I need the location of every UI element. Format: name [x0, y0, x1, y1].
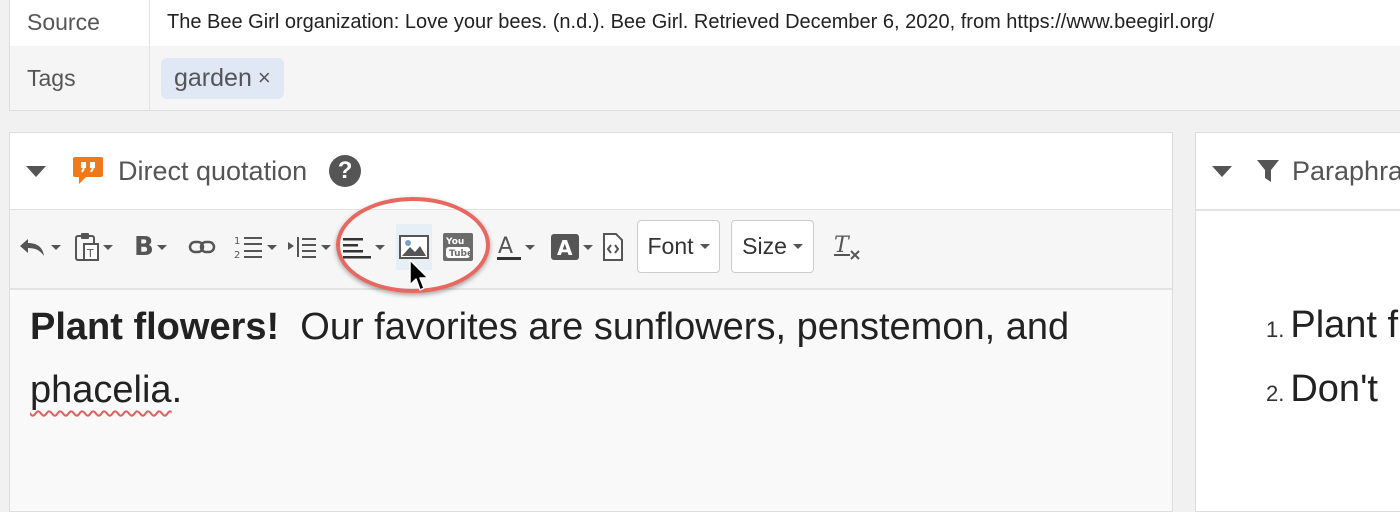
svg-text:T: T: [86, 247, 94, 260]
text-color-button[interactable]: A: [496, 230, 535, 264]
youtube-icon: You Tube: [443, 233, 473, 261]
size-label: Size: [742, 233, 787, 259]
numbered-list-icon: 12: [234, 236, 262, 260]
font-label: Font: [647, 233, 694, 259]
bold-icon: B: [134, 232, 154, 262]
insert-image-button[interactable]: [396, 224, 432, 270]
tag-remove-icon[interactable]: ×: [258, 65, 271, 91]
direct-quotation-panel: Direct quotation ? T B 12 You Tube A A F…: [9, 132, 1173, 512]
paraphrase-panel: Paraphra 1. Plant f 2. Don't: [1195, 132, 1400, 512]
misspelled-word: phacelia: [30, 369, 172, 411]
source-code-icon: [603, 233, 623, 261]
svg-text:You: You: [445, 237, 464, 247]
quote-icon: [73, 157, 103, 184]
collapse-caret-icon[interactable]: [26, 165, 46, 177]
indent-icon: [288, 237, 316, 258]
collapse-caret-icon[interactable]: [1212, 165, 1232, 177]
list-text: Plant f: [1290, 304, 1399, 346]
panel-header: Direct quotation ?: [10, 133, 1172, 211]
background-color-icon: A: [551, 234, 579, 260]
bold-text: Plant flowers!: [30, 306, 280, 348]
paraphrase-list[interactable]: 1. Plant f 2. Don't: [1196, 288, 1400, 511]
align-button[interactable]: [342, 230, 385, 264]
link-button[interactable]: [188, 230, 216, 264]
paste-icon: T: [75, 233, 99, 261]
editor-text-end: .: [171, 369, 183, 411]
svg-text:Tube: Tube: [449, 249, 473, 259]
font-dropdown[interactable]: Font: [637, 220, 720, 273]
undo-icon: [20, 239, 44, 256]
background-color-button[interactable]: A: [550, 230, 593, 264]
tags-row: Tags garden ×: [10, 46, 1400, 110]
source-value[interactable]: The Bee Girl organization: Love your bee…: [150, 11, 1214, 34]
clear-format-icon: T: [834, 233, 860, 260]
numbered-list-button[interactable]: 12: [234, 230, 277, 264]
editor-text: Our favorites are sunflowers, penstemon,…: [279, 306, 1070, 348]
panel-title: Direct quotation: [118, 155, 308, 186]
list-item: 2. Don't: [1266, 368, 1378, 411]
text-color-icon: A: [497, 234, 521, 260]
panel-header-right: Paraphra: [1196, 133, 1400, 211]
list-number: 2.: [1266, 381, 1285, 406]
indent-button[interactable]: [288, 230, 331, 264]
list-number: 1.: [1266, 317, 1285, 342]
quotation-editor[interactable]: Plant flowers! Our favorites are sunflow…: [10, 290, 1172, 511]
insert-youtube-button[interactable]: You Tube: [442, 230, 474, 264]
paste-button[interactable]: T: [74, 230, 113, 264]
filter-icon: [1257, 160, 1279, 182]
source-code-button[interactable]: [602, 230, 624, 264]
link-icon: [188, 240, 216, 254]
tag-label: garden: [174, 63, 252, 92]
tags-label: Tags: [10, 46, 150, 110]
source-row: Source The Bee Girl organization: Love y…: [10, 0, 1400, 46]
help-icon[interactable]: ?: [329, 155, 362, 187]
image-icon: [399, 235, 429, 259]
svg-text:A: A: [557, 236, 573, 260]
list-text: Don't: [1290, 368, 1378, 410]
svg-text:2: 2: [234, 250, 240, 260]
source-label: Source: [10, 0, 150, 46]
align-icon: [343, 238, 371, 259]
details-card: Source The Bee Girl organization: Love y…: [9, 0, 1400, 111]
editor-toolbar: T B 12 You Tube A A Font Size T: [10, 210, 1172, 290]
tag-chip[interactable]: garden ×: [161, 57, 284, 99]
undo-button[interactable]: [18, 230, 61, 264]
size-dropdown[interactable]: Size: [731, 220, 814, 273]
list-item: 1. Plant f: [1266, 304, 1398, 347]
panel-title-right: Paraphra: [1292, 155, 1400, 186]
svg-text:A: A: [498, 234, 513, 259]
svg-text:1: 1: [234, 236, 240, 247]
clear-format-button[interactable]: T: [832, 230, 862, 264]
bold-button[interactable]: B: [134, 230, 167, 264]
